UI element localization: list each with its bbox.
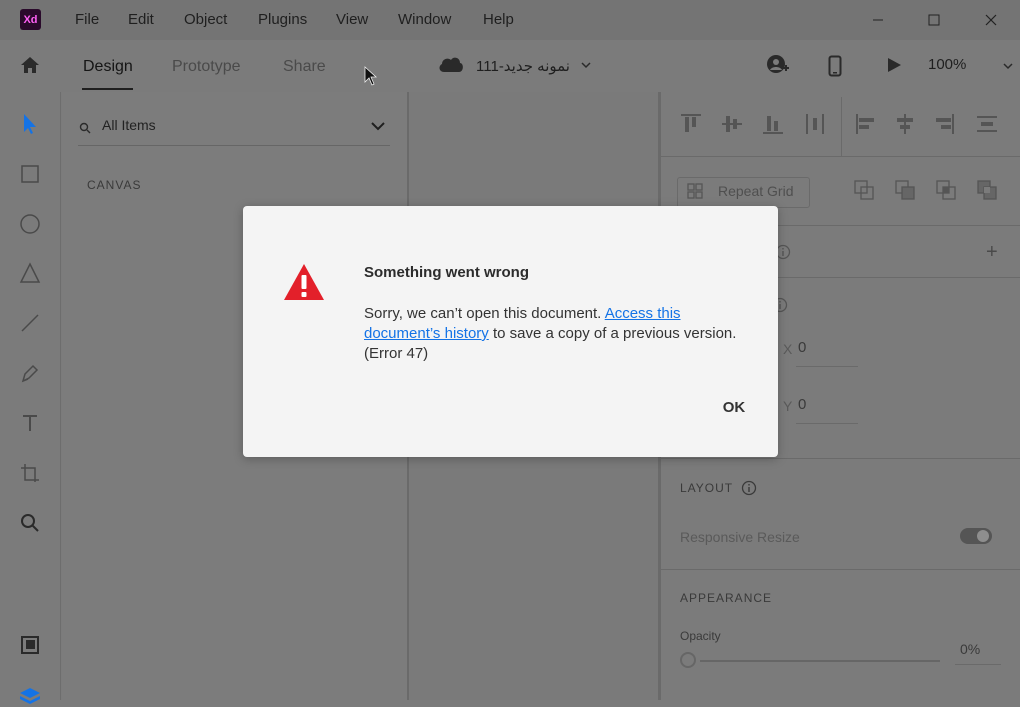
dialog-message-start: Sorry, we can’t open this document. [364, 305, 605, 322]
menu-window[interactable]: Window [398, 11, 451, 28]
align-divider [841, 97, 842, 157]
opacity-slider-handle[interactable] [680, 652, 696, 668]
select-tool-icon[interactable] [18, 112, 42, 136]
pen-tool-icon[interactable] [18, 361, 42, 385]
close-icon[interactable] [979, 8, 1003, 32]
align-middle-icon[interactable] [721, 112, 743, 141]
props-separator [661, 156, 1020, 157]
mouse-cursor-icon [364, 66, 378, 91]
layers-icon[interactable] [18, 683, 42, 707]
zoom-chevron-icon[interactable] [1002, 59, 1014, 77]
polygon-tool-icon[interactable] [18, 261, 42, 285]
active-tab-indicator [82, 88, 133, 90]
props-separator [661, 569, 1020, 570]
dialog-title: Something went wrong [364, 264, 529, 281]
menu-help[interactable]: Help [483, 11, 514, 28]
tab-design[interactable]: Design [83, 58, 133, 76]
chevron-down-icon[interactable] [580, 58, 592, 76]
dialog-message: Sorry, we can’t open this document. Acce… [364, 304, 754, 364]
menu-edit[interactable]: Edit [128, 11, 154, 28]
opacity-label: Opacity [680, 629, 721, 643]
minimize-icon[interactable] [866, 8, 890, 32]
ok-button[interactable]: OK [712, 396, 756, 418]
repeat-grid-label: Repeat Grid [718, 183, 794, 199]
repeat-grid-icon [687, 183, 703, 204]
canvas-section-label: CANVAS [87, 178, 142, 192]
align-top-icon[interactable] [680, 112, 702, 141]
distribute-vertical-icon[interactable] [804, 112, 826, 141]
layer-filter-select[interactable]: All Items [102, 117, 156, 133]
device-preview-icon[interactable] [828, 55, 842, 82]
zoom-level[interactable]: 100% [928, 56, 966, 73]
add-component-icon[interactable]: + [986, 241, 998, 264]
x-label: X [783, 341, 793, 357]
boolean-add-icon[interactable] [854, 180, 874, 205]
opacity-value[interactable]: 0% [960, 641, 980, 657]
text-tool-icon[interactable] [18, 411, 42, 435]
invite-user-icon[interactable] [766, 54, 790, 81]
y-field-underline [796, 423, 858, 424]
search-icon [79, 121, 91, 139]
play-icon[interactable] [885, 56, 903, 79]
layout-info-icon[interactable] [741, 480, 757, 501]
y-field[interactable]: 0 [798, 396, 806, 413]
boolean-intersect-icon[interactable] [936, 180, 956, 205]
filter-chevron-icon[interactable] [370, 119, 386, 138]
layout-section-label: LAYOUT [680, 481, 734, 495]
align-left-icon[interactable] [854, 112, 876, 141]
opacity-field-underline [955, 664, 1001, 665]
boolean-exclude-icon[interactable] [977, 180, 997, 205]
x-field-underline [796, 366, 858, 367]
menu-plugins[interactable]: Plugins [258, 11, 307, 28]
xd-logo-icon: Xd [20, 9, 41, 30]
distribute-horizontal-icon[interactable] [976, 112, 998, 141]
warning-icon [283, 262, 325, 307]
align-center-icon[interactable] [894, 112, 916, 141]
y-label: Y [783, 398, 793, 414]
opacity-slider[interactable] [700, 660, 940, 662]
zoom-tool-icon[interactable] [18, 511, 42, 535]
document-title[interactable]: نمونه جدید-111 [476, 57, 570, 75]
search-underline [78, 145, 390, 146]
responsive-resize-label: Responsive Resize [680, 529, 800, 545]
rectangle-tool-icon[interactable] [18, 162, 42, 186]
maximize-icon[interactable] [922, 8, 946, 32]
menu-view[interactable]: View [336, 11, 368, 28]
assets-icon[interactable] [18, 633, 42, 657]
ellipse-tool-icon[interactable] [18, 212, 42, 236]
toggle-knob [977, 530, 989, 542]
align-bottom-icon[interactable] [762, 112, 784, 141]
artboard-tool-icon[interactable] [18, 461, 42, 485]
tab-share[interactable]: Share [283, 58, 326, 76]
tab-prototype[interactable]: Prototype [172, 58, 240, 76]
boolean-subtract-icon[interactable] [895, 180, 915, 205]
props-separator [661, 458, 1020, 459]
line-tool-icon[interactable] [18, 311, 42, 335]
appearance-section-label: APPEARANCE [680, 591, 773, 605]
menu-object[interactable]: Object [184, 11, 227, 28]
align-right-icon[interactable] [934, 112, 956, 141]
home-icon[interactable] [19, 54, 43, 78]
cloud-icon [437, 54, 465, 79]
x-field[interactable]: 0 [798, 339, 806, 356]
menu-file[interactable]: File [75, 11, 99, 28]
